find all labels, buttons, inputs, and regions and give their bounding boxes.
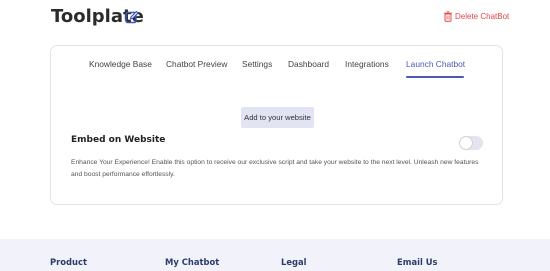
footer-heading-product: Product	[50, 257, 87, 267]
embed-heading: Embed on Website	[71, 135, 166, 145]
tab-bar: Knowledge Base Chatbot Preview Settings …	[51, 46, 502, 78]
trash-icon	[444, 10, 452, 22]
footer-heading-legal: Legal	[281, 257, 307, 267]
tab-launch-chatbot[interactable]: Launch Chatbot	[406, 59, 465, 69]
tab-knowledge-base[interactable]: Knowledge Base	[89, 59, 152, 69]
tab-integrations[interactable]: Integrations	[345, 59, 389, 69]
delete-chatbot-button[interactable]: Delete ChatBot	[443, 8, 509, 24]
embed-toggle[interactable]	[459, 136, 483, 150]
footer: Product My Chatbot Legal Email Us	[0, 239, 550, 271]
embed-description: Enhance Your Experience! Enable this opt…	[71, 159, 479, 178]
active-tab-indicator	[406, 76, 464, 78]
tab-chatbot-preview[interactable]: Chatbot Preview	[166, 59, 227, 69]
tab-settings[interactable]: Settings	[242, 59, 272, 69]
toggle-knob	[460, 137, 472, 149]
add-to-website-button[interactable]: Add to your website	[241, 107, 314, 128]
edit-icon[interactable]	[125, 10, 139, 24]
footer-heading-my-chatbot: My Chatbot	[165, 257, 220, 267]
tab-dashboard[interactable]: Dashboard	[288, 59, 329, 69]
delete-chatbot-label: Delete ChatBot	[455, 11, 510, 21]
footer-heading-email-us: Email Us	[397, 257, 438, 267]
chatbot-settings-card: Knowledge Base Chatbot Preview Settings …	[50, 45, 503, 205]
